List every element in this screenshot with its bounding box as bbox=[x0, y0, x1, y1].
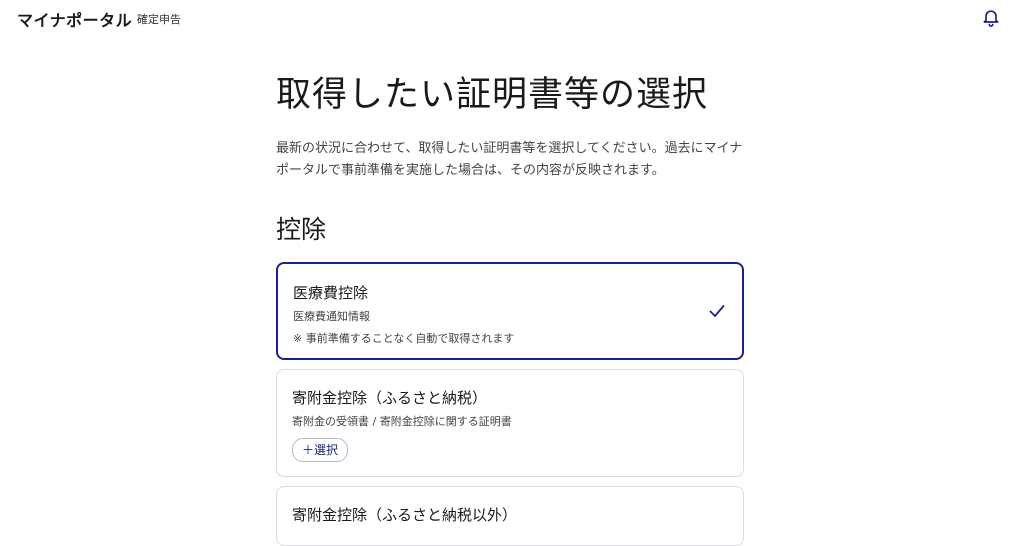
brand-logo-text[interactable]: マイナポータル bbox=[17, 7, 132, 31]
card-title: 寄附金控除（ふるさと納税以外） bbox=[292, 506, 518, 524]
brand-subtitle: 確定申告 bbox=[137, 13, 181, 26]
check-icon bbox=[709, 305, 725, 317]
card-title: 寄附金控除（ふるさと納税） bbox=[292, 389, 488, 407]
card-donation-other-deduction[interactable]: 寄附金控除（ふるさと納税以外） bbox=[276, 486, 744, 546]
page-description: 最新の状況に合わせて、取得したい証明書等を選択してください。過去にマイナポータル… bbox=[276, 141, 743, 178]
bell-icon[interactable] bbox=[981, 7, 1001, 27]
card-subtitle: 寄附金の受領書 / 寄附金控除に関する証明書 bbox=[292, 415, 512, 428]
card-medical-deduction[interactable]: 医療費控除 医療費通知情報 ※ 事前準備することなく自動で取得されます bbox=[276, 262, 744, 360]
card-furusato-deduction[interactable]: 寄附金控除（ふるさと納税） 寄附金の受領書 / 寄附金控除に関する証明書 ＋選択 bbox=[276, 369, 744, 477]
page-title: 取得したい証明書等の選択 bbox=[276, 75, 709, 115]
card-title: 医療費控除 bbox=[293, 284, 369, 302]
app-header: マイナポータル 確定申告 bbox=[0, 0, 1024, 36]
select-button[interactable]: ＋選択 bbox=[292, 438, 349, 462]
card-subtitle: 医療費通知情報 bbox=[293, 310, 370, 323]
section-title-deduction: 控除 bbox=[276, 215, 327, 244]
card-note: ※ 事前準備することなく自動で取得されます bbox=[293, 332, 515, 345]
